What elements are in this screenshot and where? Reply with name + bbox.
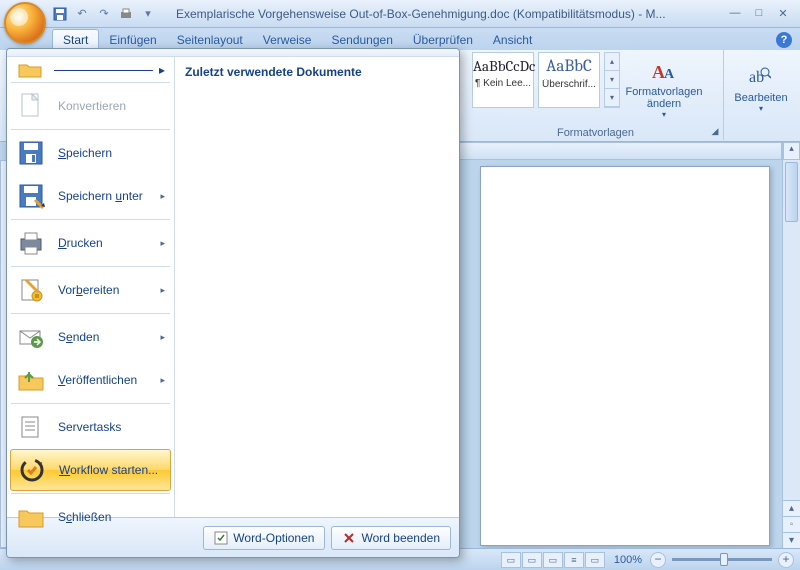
menu-label: Speichern xyxy=(58,146,165,160)
menu-workflow-starten[interactable]: Workflow starten... xyxy=(10,449,171,491)
menu-speichern[interactable]: Speichern xyxy=(10,132,171,174)
undo-icon[interactable]: ↶ xyxy=(74,6,90,22)
menu-label: Veröffentlichen xyxy=(58,373,165,387)
servertasks-icon xyxy=(16,412,46,442)
menu-label: Drucken xyxy=(58,236,165,250)
tab-einfuegen[interactable]: Einfügen xyxy=(99,30,166,50)
menu-label: Speichern unter xyxy=(58,189,165,203)
scroll-up-icon[interactable]: ▴ xyxy=(783,142,800,160)
change-styles-icon: AA xyxy=(650,60,678,84)
zoom-slider[interactable] xyxy=(672,558,772,561)
tab-seitenlayout[interactable]: Seitenlayout xyxy=(167,30,253,50)
prev-page-icon[interactable]: ▴ xyxy=(783,500,800,516)
tab-ansicht[interactable]: Ansicht xyxy=(483,30,542,50)
office-button[interactable] xyxy=(4,2,46,44)
menu-servertasks[interactable]: Servertasks xyxy=(10,406,171,448)
minimize-button[interactable]: — xyxy=(724,6,746,22)
dialog-launcher-icon[interactable]: ◢ xyxy=(709,126,721,138)
menu-label: Servertasks xyxy=(58,420,165,434)
zoom-out-button[interactable]: − xyxy=(650,552,666,568)
group-label-styles: Formatvorlagen xyxy=(468,127,723,139)
word-beenden-button[interactable]: Word beenden xyxy=(331,526,451,550)
menu-drucken[interactable]: Drucken ▸ xyxy=(10,222,171,264)
send-icon xyxy=(16,322,46,352)
submenu-arrow-icon: ▸ xyxy=(160,191,165,202)
gallery-scroll[interactable]: ▴▾▾ xyxy=(604,52,620,108)
style-name: ¶ Kein Lee... xyxy=(473,78,533,89)
submenu-arrow-icon: ▸ xyxy=(160,332,165,343)
close-button[interactable]: ✕ xyxy=(772,6,794,22)
style-name: Überschrif... xyxy=(539,79,599,90)
save-icon[interactable] xyxy=(52,6,68,22)
change-styles-button[interactable]: AA Formatvorlagen ändern ▾ xyxy=(624,52,704,124)
save-as-icon xyxy=(16,181,46,211)
menu-label: Vorbereiten xyxy=(58,283,165,297)
office-menu: ▸ Konvertieren Speichern Speichern unter… xyxy=(6,48,460,558)
change-styles-label: Formatvorlagen ändern xyxy=(624,86,704,110)
print-icon[interactable] xyxy=(118,6,134,22)
tab-verweise[interactable]: Verweise xyxy=(253,30,322,50)
view-print-layout-icon[interactable]: ▭ xyxy=(501,552,521,568)
exit-icon xyxy=(342,531,356,545)
bearbeiten-label: Bearbeiten xyxy=(734,92,787,104)
button-label: Word-Optionen xyxy=(233,531,314,545)
menu-label: Konvertieren xyxy=(58,99,165,113)
style-kein-leerraum[interactable]: AaBbCcDc ¶ Kein Lee... xyxy=(472,52,534,108)
style-preview: AaBbC xyxy=(539,57,599,76)
view-fullscreen-icon[interactable]: ▭ xyxy=(522,552,542,568)
workflow-icon xyxy=(17,455,47,485)
browse-object-icon[interactable]: ◦ xyxy=(783,516,800,532)
print-icon xyxy=(16,228,46,258)
qat-dropdown-icon[interactable]: ▾ xyxy=(140,6,156,22)
tab-ueberpruefen[interactable]: Überprüfen xyxy=(403,30,483,50)
style-gallery[interactable]: AaBbCcDc ¶ Kein Lee... AaBbC Überschrif.… xyxy=(472,52,719,124)
bearbeiten-button[interactable]: ab Bearbeiten ▾ xyxy=(728,52,794,124)
close-folder-icon xyxy=(16,502,46,532)
menu-speichern-unter[interactable]: Speichern unter ▸ xyxy=(10,175,171,217)
document-page[interactable] xyxy=(480,166,770,546)
options-icon xyxy=(214,531,228,545)
svg-text:A: A xyxy=(664,67,675,82)
svg-text:ab: ab xyxy=(749,69,764,86)
view-outline-icon[interactable]: ≡ xyxy=(564,552,584,568)
submenu-arrow-icon: ▸ xyxy=(160,238,165,249)
menu-vorbereiten[interactable]: Vorbereiten ▸ xyxy=(10,269,171,311)
submenu-arrow-icon: ▸ xyxy=(160,285,165,296)
style-ueberschrift[interactable]: AaBbC Überschrif... xyxy=(538,52,600,108)
view-draft-icon[interactable]: ▭ xyxy=(585,552,605,568)
window-title: Exemplarische Vorgehensweise Out-of-Box-… xyxy=(176,7,724,21)
menu-label: Workflow starten... xyxy=(59,463,164,477)
submenu-arrow-icon: ▸ xyxy=(160,375,165,386)
maximize-button[interactable]: □ xyxy=(748,6,770,22)
next-page-icon[interactable]: ▾ xyxy=(783,532,800,548)
word-optionen-button[interactable]: Word-Optionen xyxy=(203,526,325,550)
help-icon[interactable]: ? xyxy=(776,32,792,48)
menu-konvertieren: Konvertieren xyxy=(10,85,171,127)
prepare-icon xyxy=(16,275,46,305)
zoom-percent[interactable]: 100% xyxy=(614,554,642,566)
menu-senden[interactable]: Senden ▸ xyxy=(10,316,171,358)
view-web-icon[interactable]: ▭ xyxy=(543,552,563,568)
convert-icon xyxy=(16,91,46,121)
folder-open-icon xyxy=(16,61,46,79)
button-label: Word beenden xyxy=(361,531,440,545)
tab-start[interactable]: Start xyxy=(52,29,99,50)
scroll-thumb[interactable] xyxy=(785,162,798,222)
zoom-in-button[interactable]: + xyxy=(778,552,794,568)
find-icon: ab xyxy=(747,66,775,90)
recent-docs-header: Zuletzt verwendete Dokumente xyxy=(185,65,449,79)
style-preview: AaBbCcDc xyxy=(473,57,533,75)
menu-label: Schließen xyxy=(58,510,165,524)
menu-veroeffentlichen[interactable]: Veröffentlichen ▸ xyxy=(10,359,171,401)
publish-icon xyxy=(16,365,46,395)
menu-label: Senden xyxy=(58,330,165,344)
menu-item-truncated[interactable]: ▸ xyxy=(10,60,171,80)
quick-access-toolbar: ↶ ↷ ▾ xyxy=(52,6,156,22)
redo-icon[interactable]: ↷ xyxy=(96,6,112,22)
vertical-scrollbar[interactable]: ▴ ▴ ◦ ▾ xyxy=(782,142,800,548)
tab-sendungen[interactable]: Sendungen xyxy=(321,30,402,50)
menu-schliessen[interactable]: Schließen xyxy=(10,496,171,538)
save-icon xyxy=(16,138,46,168)
